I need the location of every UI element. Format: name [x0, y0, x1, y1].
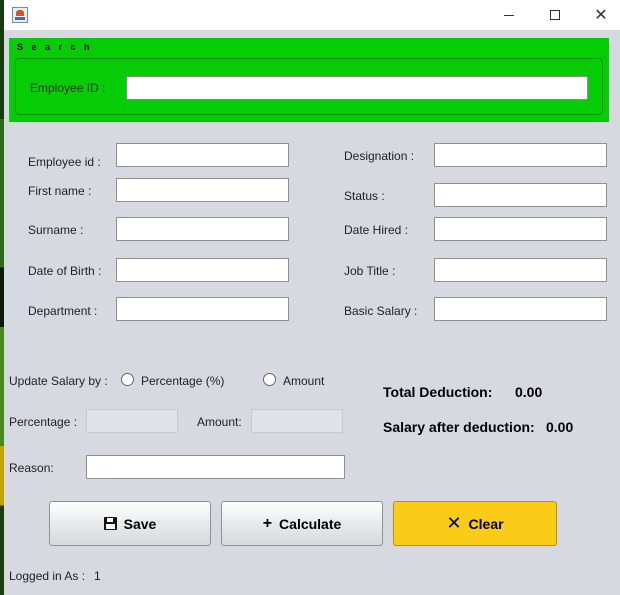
search-employee-id-input[interactable] — [126, 76, 588, 100]
salary-after-deduction-label: Salary after deduction: — [383, 419, 535, 435]
status-label: Status : — [344, 189, 385, 203]
date-hired-label: Date Hired : — [344, 223, 409, 237]
reason-field[interactable] — [86, 455, 345, 479]
search-employee-id-label: Employee ID : — [30, 81, 106, 95]
minimize-icon — [504, 14, 514, 16]
clear-button[interactable]: ✕ Clear — [393, 501, 557, 546]
calculate-button-label: Calculate — [279, 515, 342, 532]
search-panel-title: S e a r c h — [17, 42, 93, 52]
percentage-label: Percentage : — [9, 415, 78, 429]
date-hired-field[interactable] — [434, 217, 607, 241]
basic-salary-label: Basic Salary : — [344, 304, 418, 318]
designation-field[interactable] — [434, 143, 607, 167]
amount-field[interactable] — [251, 409, 343, 433]
java-app-icon — [12, 7, 28, 23]
amount-option-label[interactable]: Amount — [283, 374, 324, 388]
job-title-field[interactable] — [434, 258, 607, 282]
amount-label: Amount: — [197, 415, 242, 429]
department-field[interactable] — [116, 297, 289, 321]
close-button[interactable]: ✕ — [578, 0, 620, 30]
maximize-icon — [550, 10, 560, 20]
percentage-option-label[interactable]: Percentage (%) — [141, 374, 224, 388]
salary-after-deduction-value: 0.00 — [546, 419, 574, 435]
main-content: S e a r c h Employee ID : Employee id : … — [4, 30, 620, 595]
percentage-field[interactable] — [86, 409, 178, 433]
surname-label: Surname : — [28, 223, 84, 237]
reason-label: Reason: — [9, 461, 54, 475]
first-name-field[interactable] — [116, 178, 289, 202]
close-icon: ✕ — [594, 5, 608, 24]
floppy-disk-icon — [103, 517, 117, 530]
plus-icon: + — [262, 514, 273, 532]
designation-label: Designation : — [344, 149, 415, 163]
clear-button-label: Clear — [468, 515, 504, 532]
amount-radio[interactable] — [263, 373, 276, 386]
basic-salary-field[interactable] — [434, 297, 607, 321]
status-field[interactable] — [434, 183, 607, 207]
window-title-bar: ✕ — [4, 0, 620, 30]
maximize-button[interactable] — [532, 0, 578, 30]
date-of-birth-field[interactable] — [116, 258, 289, 282]
employee-id-label: Employee id : — [28, 155, 101, 169]
save-button-label: Save — [123, 515, 157, 532]
save-button[interactable]: Save — [49, 501, 211, 546]
search-panel-inner-border: Employee ID : — [15, 58, 603, 115]
department-label: Department : — [28, 304, 98, 318]
search-panel: S e a r c h Employee ID : — [9, 38, 609, 122]
minimize-button[interactable] — [486, 0, 532, 30]
first-name-label: First name : — [28, 184, 92, 198]
clear-x-icon: ✕ — [446, 512, 462, 534]
logged-in-label: Logged in As : — [9, 569, 86, 583]
logged-in-value: 1 — [94, 569, 101, 583]
total-deduction-value: 0.00 — [515, 384, 543, 400]
employee-id-field[interactable] — [116, 143, 289, 167]
surname-field[interactable] — [116, 217, 289, 241]
update-salary-label: Update Salary by : — [9, 374, 108, 388]
date-of-birth-label: Date of Birth : — [28, 264, 102, 278]
percentage-radio[interactable] — [121, 373, 134, 386]
calculate-button[interactable]: + Calculate — [221, 501, 383, 546]
job-title-label: Job Title : — [344, 264, 396, 278]
total-deduction-label: Total Deduction: — [383, 384, 493, 400]
